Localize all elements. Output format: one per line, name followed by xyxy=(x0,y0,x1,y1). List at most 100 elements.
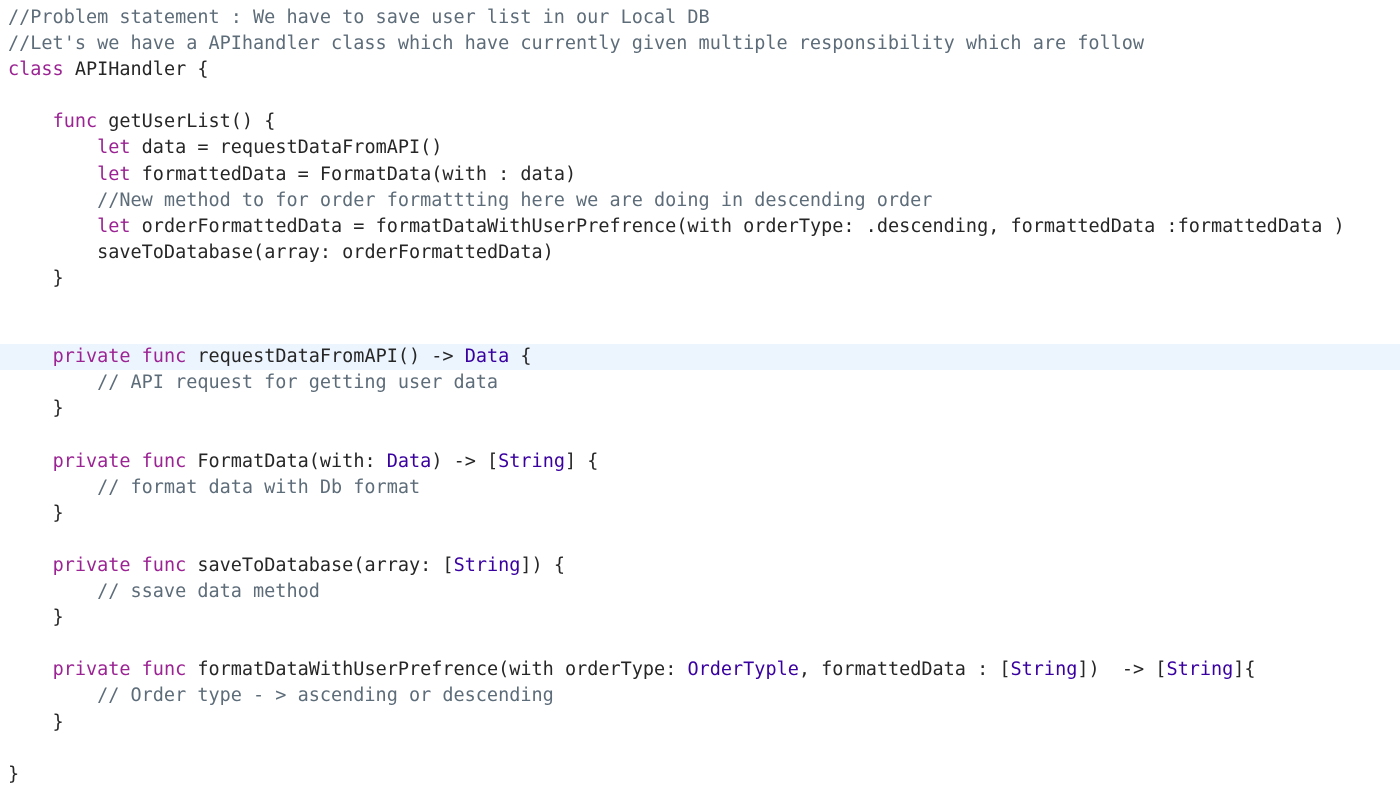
code-line[interactable]: } xyxy=(8,710,1400,736)
code-line[interactable]: let data = requestDataFromAPI() xyxy=(8,135,1400,161)
code-line[interactable]: } xyxy=(8,501,1400,527)
code-token: formattedData xyxy=(1177,215,1323,237)
code-token: } xyxy=(8,763,20,785)
code-token: ( xyxy=(498,659,510,681)
line-text: //Let's we have a APIhandler class which… xyxy=(8,33,1145,55)
code-token: saveToDatabase xyxy=(197,554,354,576)
code-token: let xyxy=(97,163,131,185)
code-line[interactable]: class APIHandler { xyxy=(8,57,1400,83)
code-line[interactable]: saveToDatabase(array: orderFormattedData… xyxy=(8,240,1400,266)
comment-line[interactable]: // API request for getting user data xyxy=(8,370,1400,396)
code-token: let xyxy=(97,215,131,237)
code-token: func xyxy=(52,111,98,133)
code-token: } xyxy=(8,267,64,289)
code-token: getUserList xyxy=(108,111,231,133)
line-text: } xyxy=(8,268,64,289)
code-token: : xyxy=(364,450,387,472)
line-text: let data = requestDataFromAPI() xyxy=(8,137,442,158)
code-token: ) xyxy=(542,241,554,263)
line-text: // format data with Db format xyxy=(8,476,421,498)
code-token: let xyxy=(97,137,131,159)
line-text: } xyxy=(8,503,64,524)
code-line[interactable] xyxy=(8,736,1400,762)
code-token: array xyxy=(364,554,421,576)
code-line[interactable]: private func formatDataWithUserPrefrence… xyxy=(8,657,1400,683)
line-text: private func saveToDatabase(array: [Stri… xyxy=(8,555,565,576)
code-token: OrderTyple xyxy=(687,659,799,681)
line-text: class APIHandler { xyxy=(8,59,209,80)
comment-line[interactable]: // ssave data method xyxy=(8,579,1400,605)
line-text: } xyxy=(8,607,64,628)
code-line[interactable] xyxy=(8,527,1400,553)
code-token: Data xyxy=(386,450,432,472)
code-token: = xyxy=(342,215,376,237)
comment-line[interactable]: //New method to for order formattting he… xyxy=(8,188,1400,214)
code-line[interactable]: private func requestDataFromAPI() -> Dat… xyxy=(0,344,1400,371)
comment-line[interactable]: // format data with Db format xyxy=(8,475,1400,501)
code-token: } xyxy=(8,502,64,524)
code-token: String xyxy=(1010,659,1078,681)
code-token: ]) -> [ xyxy=(1077,659,1167,681)
code-token: = xyxy=(286,163,320,185)
line-text: } xyxy=(8,764,19,785)
code-token: data xyxy=(520,163,565,185)
comment-line[interactable]: //Let's we have a APIhandler class which… xyxy=(8,31,1400,57)
code-line[interactable] xyxy=(8,318,1400,344)
line-text: saveToDatabase(array: orderFormattedData… xyxy=(8,242,554,263)
code-token: data xyxy=(141,137,187,159)
code-token: requestDataFromAPI xyxy=(197,346,398,368)
code-token: ) xyxy=(1322,215,1345,237)
code-line[interactable]: private func FormatData(with: Data) -> [… xyxy=(8,449,1400,475)
code-line[interactable]: func getUserList() { xyxy=(8,109,1400,135)
code-token: = xyxy=(186,137,220,159)
line-text: } xyxy=(8,712,64,733)
code-token: private xyxy=(52,450,131,472)
code-line[interactable] xyxy=(8,631,1400,657)
line-text: // API request for getting user data xyxy=(8,372,499,394)
code-line[interactable] xyxy=(8,423,1400,449)
code-token: ( xyxy=(308,450,320,472)
code-line[interactable]: let orderFormattedData = formatDataWithU… xyxy=(8,214,1400,240)
code-text[interactable]: //Problem statement : We have to save us… xyxy=(0,5,1400,788)
code-line[interactable] xyxy=(8,292,1400,318)
code-token: ( xyxy=(676,215,688,237)
code-token: ) xyxy=(564,163,577,185)
code-token: with xyxy=(442,163,487,185)
code-token: Data xyxy=(464,346,510,368)
code-editor[interactable]: //Problem statement : We have to save us… xyxy=(0,0,1400,807)
code-token: () -> xyxy=(397,346,465,368)
code-token: private xyxy=(52,554,131,576)
line-text: private func formatDataWithUserPrefrence… xyxy=(8,659,1256,680)
code-line[interactable]: } xyxy=(8,762,1400,788)
code-token: , xyxy=(798,659,822,681)
code-token: class xyxy=(8,59,64,81)
code-token: } xyxy=(8,398,64,420)
code-line[interactable] xyxy=(8,83,1400,109)
code-token: ( xyxy=(353,554,365,576)
code-token: ) -> [ xyxy=(431,450,499,472)
code-line[interactable]: } xyxy=(8,396,1400,422)
code-token: FormatData xyxy=(319,163,432,185)
code-line[interactable]: private func saveToDatabase(array: [Stri… xyxy=(8,553,1400,579)
comment-line[interactable]: //Problem statement : We have to save us… xyxy=(8,5,1400,31)
code-token: () xyxy=(420,137,443,159)
code-token: requestDataFromAPI xyxy=(219,137,421,159)
code-line[interactable]: } xyxy=(8,266,1400,292)
code-token: : xyxy=(486,163,521,185)
code-token: } xyxy=(8,711,64,733)
line-text: //Problem statement : We have to save us… xyxy=(8,7,710,28)
code-line[interactable]: } xyxy=(8,605,1400,631)
comment-line[interactable]: // Order type - > ascending or descendin… xyxy=(8,683,1400,709)
code-token: { xyxy=(186,59,209,81)
code-line[interactable]: let formattedData = FormatData(with : da… xyxy=(8,162,1400,188)
